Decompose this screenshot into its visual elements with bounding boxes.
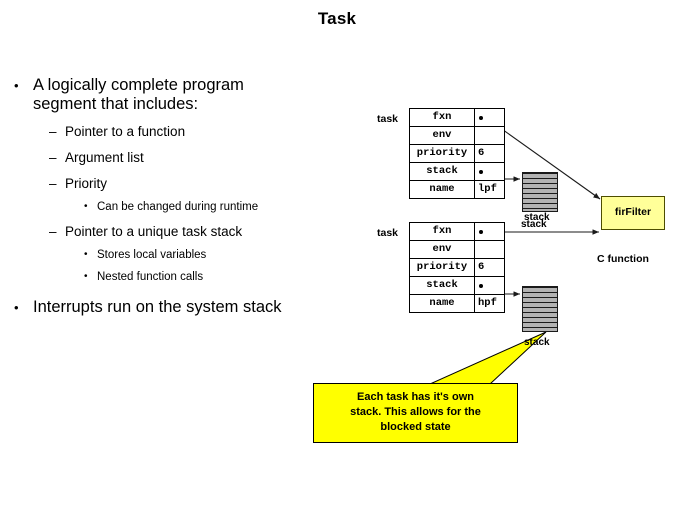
- task-diagram: task fxn env priority 6 stack name lpf s…: [0, 0, 674, 506]
- fir-filter-box: firFilter: [601, 196, 665, 230]
- c-function-caption: C function: [597, 253, 649, 265]
- table-row: priority 6: [409, 144, 505, 163]
- field-name-stack: stack: [409, 276, 475, 295]
- field-value-fxn: [474, 222, 505, 241]
- pointer-dot-icon: [479, 284, 483, 288]
- field-name-env: env: [409, 240, 475, 259]
- task2-label: task: [377, 227, 399, 239]
- table-row: fxn: [409, 222, 505, 241]
- task2-table: fxn env priority 6 stack name hpf: [409, 222, 505, 313]
- table-row: stack: [409, 162, 505, 181]
- field-name-fxn: fxn: [409, 108, 475, 127]
- table-row: stack: [409, 276, 505, 295]
- field-value-name: lpf: [474, 180, 505, 199]
- field-name-stack: stack: [409, 162, 475, 181]
- field-value-priority: 6: [474, 258, 505, 277]
- field-value-stack: [474, 162, 505, 181]
- field-value-fxn: [474, 108, 505, 127]
- field-name-name: name: [409, 180, 475, 199]
- field-value-priority: 6: [474, 144, 505, 163]
- slide-canvas: Task • A logically complete program segm…: [0, 0, 674, 506]
- field-name-priority: priority: [409, 144, 475, 163]
- stack-arrow-label: stack: [521, 219, 547, 230]
- pointer-dot-icon: [479, 116, 483, 120]
- callout-line-2: stack. This allows for the: [350, 406, 481, 418]
- task2-stack-block: [522, 286, 558, 332]
- task1-stack-block: [522, 172, 558, 212]
- field-value-name: hpf: [474, 294, 505, 313]
- table-row: priority 6: [409, 258, 505, 277]
- table-row: name lpf: [409, 180, 505, 199]
- table-row: env: [409, 240, 505, 259]
- field-name-name: name: [409, 294, 475, 313]
- table-row: env: [409, 126, 505, 145]
- callout-line-1: Each task has it's own: [357, 391, 474, 403]
- task2-stack-caption: stack: [524, 337, 550, 348]
- callout-box: Each task has it's own stack. This allow…: [313, 383, 518, 443]
- pointer-dot-icon: [479, 170, 483, 174]
- table-row: name hpf: [409, 294, 505, 313]
- field-value-stack: [474, 276, 505, 295]
- field-name-priority: priority: [409, 258, 475, 277]
- table-row: fxn: [409, 108, 505, 127]
- field-name-env: env: [409, 126, 475, 145]
- field-name-fxn: fxn: [409, 222, 475, 241]
- field-value-env: [474, 126, 505, 145]
- pointer-dot-icon: [479, 230, 483, 234]
- task1-label: task: [377, 113, 399, 125]
- callout-line-3: blocked state: [380, 421, 451, 433]
- field-value-env: [474, 240, 505, 259]
- task1-table: fxn env priority 6 stack name lpf: [409, 108, 505, 199]
